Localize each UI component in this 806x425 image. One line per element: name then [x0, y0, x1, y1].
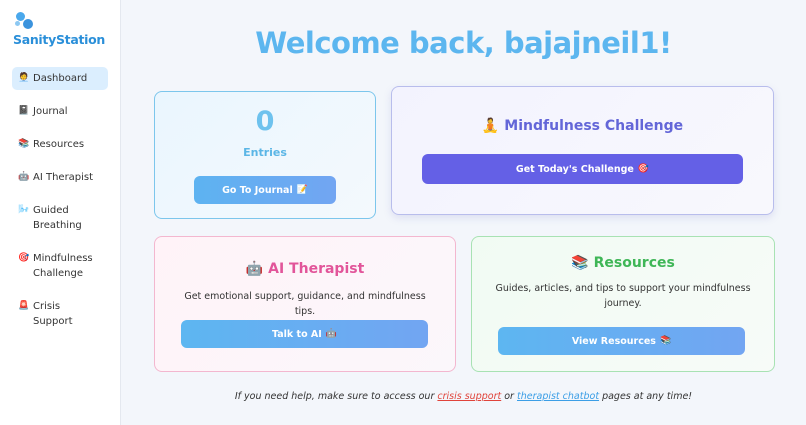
view-resources-button[interactable]: View Resources 📚	[498, 327, 745, 355]
mindfulness-title: 🧘 Mindfulness Challenge	[392, 118, 773, 134]
sidebar-item-journal[interactable]: 📓 Journal	[12, 100, 108, 123]
app-name: SanityStation	[13, 32, 106, 47]
ai-therapist-description: Get emotional support, guidance, and min…	[184, 291, 426, 317]
mindfulness-card: 🧘 Mindfulness Challenge Get Today's Chal…	[391, 86, 774, 215]
resources-description: Guides, articles, and tips to support yo…	[495, 283, 751, 309]
get-challenge-button[interactable]: Get Today's Challenge 🎯	[422, 154, 743, 184]
card-title-text: Resources	[593, 255, 675, 271]
sidebar-item-mindfulness-challenge[interactable]: 🎯 Mindfulness Challenge	[12, 247, 108, 285]
button-label: View Resources	[571, 335, 656, 347]
bubbles-icon	[13, 10, 113, 30]
card-title-text: Mindfulness Challenge	[504, 118, 684, 134]
entries-label: Entries	[243, 146, 287, 159]
ai-therapist-card: 🤖 AI Therapist Get emotional support, gu…	[154, 236, 456, 372]
go-to-journal-button[interactable]: Go To Journal 📝	[194, 176, 336, 204]
sidebar-item-resources[interactable]: 📚 Resources	[12, 133, 108, 156]
robot-icon: 🤖	[18, 172, 30, 182]
footer-prefix: If you need help, make sure to access ou…	[234, 391, 435, 402]
ai-therapist-title: 🤖 AI Therapist	[155, 261, 455, 277]
sidebar-item-dashboard[interactable]: 🧑‍💼 Dashboard	[12, 67, 108, 90]
footer-middle: or	[504, 391, 514, 402]
sidebar-item-label: Guided Breathing	[33, 205, 82, 231]
sidebar-item-crisis-support[interactable]: 🚨 Crisis Support	[12, 295, 108, 333]
button-label: Talk to AI	[271, 328, 322, 340]
sidebar: SanityStation 🧑‍💼 Dashboard 📓 Journal 📚 …	[0, 0, 121, 425]
talk-to-ai-button[interactable]: Talk to AI 🤖	[181, 320, 428, 348]
memo-icon: 📝	[296, 185, 308, 195]
wind-icon: 🌬️	[18, 205, 30, 215]
sidebar-item-label: AI Therapist	[33, 172, 94, 183]
books-icon: 📚	[659, 336, 672, 346]
crisis-support-link[interactable]: crisis support	[437, 391, 501, 402]
robot-icon: 🤖	[325, 329, 338, 339]
sidebar-item-label: Journal	[33, 106, 68, 117]
target-icon: 🎯	[18, 253, 30, 263]
sidebar-item-label: Mindfulness Challenge	[33, 253, 93, 279]
sidebar-nav: 🧑‍💼 Dashboard 📓 Journal 📚 Resources 🤖 AI…	[12, 67, 108, 333]
books-icon: 📚	[18, 139, 30, 149]
journal-icon: 📓	[18, 106, 30, 116]
sidebar-item-ai-therapist[interactable]: 🤖 AI Therapist	[12, 166, 108, 189]
app-logo[interactable]: SanityStation	[13, 10, 113, 47]
card-title-text: AI Therapist	[268, 261, 365, 277]
footer-suffix: pages at any time!	[602, 391, 693, 402]
meditation-icon: 🧘	[481, 118, 500, 134]
button-label: Go To Journal	[222, 184, 293, 196]
siren-icon: 🚨	[18, 301, 30, 311]
target-icon: 🎯	[637, 164, 650, 174]
dashboard-icon: 🧑‍💼	[18, 73, 30, 83]
sidebar-item-label: Resources	[33, 139, 85, 150]
sidebar-item-guided-breathing[interactable]: 🌬️ Guided Breathing	[12, 199, 108, 237]
robot-icon: 🤖	[245, 261, 264, 277]
button-label: Get Today's Challenge	[515, 163, 634, 175]
resources-card: 📚 Resources Guides, articles, and tips t…	[471, 236, 775, 372]
entries-card: 0 Entries Go To Journal 📝	[154, 91, 376, 219]
therapist-chatbot-link[interactable]: therapist chatbot	[517, 391, 599, 402]
sidebar-item-label: Crisis Support	[33, 301, 73, 327]
entries-count: 0	[255, 106, 275, 137]
main-content: Welcome back, bajajneil1! 0 Entries Go T…	[121, 0, 806, 425]
books-icon: 📚	[571, 255, 589, 271]
sidebar-item-label: Dashboard	[33, 73, 88, 84]
resources-title: 📚 Resources	[472, 255, 774, 271]
help-footer: If you need help, make sure to access ou…	[121, 391, 806, 402]
page-title: Welcome back, bajajneil1!	[255, 26, 672, 60]
